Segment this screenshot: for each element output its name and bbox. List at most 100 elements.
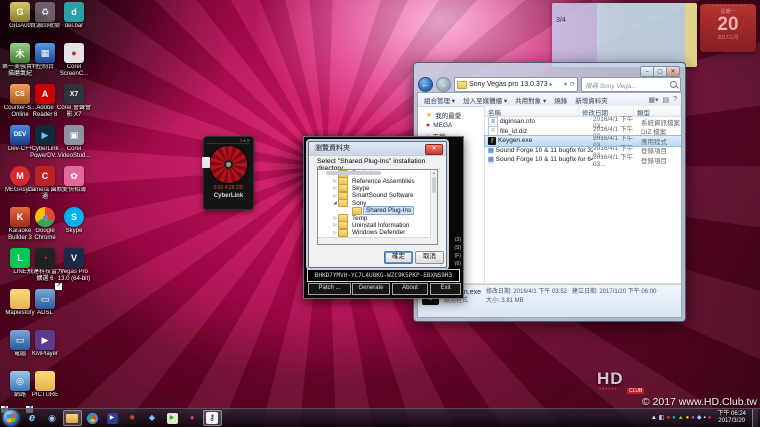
cancel-button[interactable]: 取消 <box>415 251 444 264</box>
dialog-close-button[interactable]: ✕ <box>425 144 443 155</box>
tree-row[interactable]: ▷ Reference Assemblies <box>318 177 437 184</box>
desktop-icon[interactable]: ▭ ↗ ADSL <box>27 289 63 330</box>
breadcrumb-caret-icon[interactable]: ▸ <box>550 81 553 88</box>
taskbar-app-button[interactable]: ◆ <box>143 410 162 426</box>
preview-pane-icon[interactable]: ▤ <box>662 96 669 104</box>
tree-vscroll-thumb[interactable] <box>432 177 436 193</box>
tray-icon[interactable]: ▲ <box>678 414 684 422</box>
keygen-button[interactable]: About <box>392 283 428 295</box>
tree-folder-label[interactable]: Skype <box>350 185 372 192</box>
change-view-icon[interactable]: ▦▾ <box>648 96 658 104</box>
desktop-icon-label: del.bar <box>56 23 92 30</box>
show-desktop-button[interactable] <box>752 409 758 427</box>
keygen-button[interactable]: Patch ... <box>308 283 351 295</box>
toolbar-item[interactable]: 燒錄 <box>554 95 567 105</box>
file-row[interactable]: ▦ Sound Forge 10 & 11 bugfix for 64 bit.… <box>485 155 681 165</box>
cyberlink-player-gadget[interactable]: ≡ ▾ ✕ 0:02 4:28 OD CyberLink <box>203 136 254 210</box>
tree-folder-icon <box>352 207 362 215</box>
keygen-button[interactable]: Generate <box>352 283 390 295</box>
minimize-button[interactable]: – <box>640 66 654 77</box>
help-icon[interactable]: ? <box>673 96 677 104</box>
tree-folder-label[interactable]: Windows Defender <box>350 229 407 236</box>
tree-row[interactable]: ◢ Sony <box>318 200 437 207</box>
toolbar-item[interactable]: 加入至媒體櫃 ▾ <box>463 95 507 105</box>
tree-row[interactable]: Shared Plug-Ins <box>318 207 437 214</box>
calendar-gadget[interactable]: ·········· 星期一 20 2017三月 <box>700 4 756 52</box>
column-header-type[interactable]: 類型 <box>634 106 681 116</box>
player-side-tab[interactable] <box>202 157 210 168</box>
tree-folder-label[interactable]: SmartSound Software <box>350 192 416 199</box>
toolbar-item[interactable]: 組合管理 ▾ <box>424 95 455 105</box>
player-menu-icons[interactable]: ≡ ▾ ✕ <box>207 138 250 144</box>
tree-row[interactable]: ▷ Temp <box>318 214 437 221</box>
toolbar-item[interactable]: 共用對象 ▾ <box>515 95 546 105</box>
sidebar-item[interactable]: ● MEGA <box>418 121 484 130</box>
taskbar-app-button[interactable] <box>63 410 82 426</box>
tray-icon[interactable]: ▪ <box>704 414 706 422</box>
desktop-icon[interactable]: X7 ↗ Corel 會聲會影 X7 <box>56 84 92 125</box>
desktop-icon[interactable]: ✿ ↗ 愛快相簿 <box>56 166 92 207</box>
desktop-icon[interactable]: ▣ ↗ Corel VideoStud... <box>56 125 92 166</box>
taskbar-app-button[interactable] <box>83 410 102 426</box>
file-row[interactable]: ≡ diginsan.nfo 2016/4/1 下午 03... 系統資訊檔案 <box>485 117 681 127</box>
back-button[interactable]: ← <box>418 77 433 92</box>
close-button[interactable]: ✕ <box>666 66 680 77</box>
notes-gadget[interactable]: 3/4 <box>552 3 697 67</box>
tray-icon[interactable]: ◧ <box>659 414 665 422</box>
ok-button[interactable]: 確定 <box>384 251 413 264</box>
sidebar-item[interactable]: ★ 我的最愛 <box>418 109 484 121</box>
tray-icon[interactable]: ● <box>672 414 676 422</box>
taskbar-clock[interactable]: 下午 06:24 2017/3/20 <box>713 411 750 425</box>
scroll-up-icon[interactable]: ▴ <box>433 170 435 175</box>
file-row[interactable]: ▦ Sound Forge 10 & 11 bugfix for 32 bit.… <box>485 146 681 156</box>
taskbar-app-button[interactable]: ▶ <box>103 410 122 426</box>
keygen-button[interactable]: Exit <box>430 283 461 295</box>
taskbar-app-button[interactable]: ▶ <box>163 410 182 426</box>
desktop-icon-image: ▣ <box>64 125 84 145</box>
taskbar-app-button[interactable]: ♦ <box>183 410 202 426</box>
tray-icon[interactable]: ● <box>686 414 690 422</box>
tree-folder-label[interactable]: Uninstall Information <box>350 222 411 229</box>
taskbar-app-button[interactable]: e <box>23 410 42 426</box>
tree-row[interactable]: ▷ SmartSound Software <box>318 192 437 199</box>
file-name: Sound Forge 10 & 11 bugfix for 64 bit... <box>496 156 593 163</box>
breadcrumb-path[interactable]: Sony Vegas pro 13.0.373 <box>469 81 548 88</box>
file-row[interactable]: ≡ file_id.diz 2016/4/1 下午 03... DIZ 檔案 <box>485 127 681 137</box>
desktop-icon[interactable]: ● ↗ Corel ScreenC... <box>56 43 92 84</box>
serial-output[interactable]: BHKD7YMVH-YC7L4U8KG-WZC9K5PKP-EBXNS9H3 <box>307 269 460 282</box>
tray-icon[interactable]: ● <box>708 414 712 422</box>
forward-button[interactable]: → <box>436 77 451 92</box>
file-row[interactable]: ⚷ Keygen.exe 2016/4/1 下午 03... 應用程式 <box>485 136 681 146</box>
tray-icon[interactable]: ● <box>666 414 670 422</box>
tree-folder-label[interactable]: Shared Plug-Ins <box>364 207 413 214</box>
column-header-name[interactable]: 名稱 <box>485 106 579 116</box>
tree-folder-label[interactable]: Sony <box>350 200 368 207</box>
maximize-button[interactable]: ▢ <box>653 66 667 77</box>
desktop-icon[interactable]: ▶ ↗ KMPlayer <box>27 330 63 371</box>
desktop-icon[interactable]: S ↗ Skype <box>56 207 92 248</box>
tree-row[interactable]: ▷ Skype <box>318 185 437 192</box>
taskbar-app-button[interactable]: ◉ <box>43 410 62 426</box>
toolbar-item[interactable]: 新增資料夾 <box>575 95 608 105</box>
address-dropdown-icon[interactable]: ▾ <box>564 81 567 88</box>
tree-row[interactable]: ▷ Windows Defender <box>318 229 437 236</box>
breadcrumb[interactable]: Sony Vegas pro 13.0.373 ▸ ▾ ⟳ <box>454 77 578 92</box>
tree-row[interactable]: ▷ Uninstall Information <box>318 222 437 229</box>
taskbar-app-button[interactable]: ⚷ <box>203 410 222 426</box>
refresh-icon[interactable]: ⟳ <box>570 81 575 88</box>
file-date: 2016/4/1 下午 03... <box>593 151 641 168</box>
tree-hscroll-thumb[interactable] <box>326 171 381 175</box>
tree-folder-label[interactable]: Temp <box>350 215 369 222</box>
logo-halftone-dots: •••••• <box>599 387 618 393</box>
tray-icon[interactable]: ▲ <box>651 414 657 422</box>
tray-icon[interactable]: ◆ <box>697 414 702 422</box>
taskbar-app-button[interactable]: ◉ <box>123 410 142 426</box>
tray-icon[interactable]: ● <box>691 414 695 422</box>
start-button[interactable] <box>3 410 19 426</box>
tree-folder-label[interactable]: Reference Assemblies <box>350 178 417 185</box>
desktop-icon-column-3: d ↗ del.bar ● ↗ Corel ScreenC... X7 ↗ Co… <box>56 2 92 289</box>
desktop-icon[interactable]: d ↗ del.bar <box>56 2 92 43</box>
search-input[interactable]: 搜尋 Sony Vega... <box>581 77 681 92</box>
tree-horizontal-scrollbar[interactable] <box>318 237 431 244</box>
desktop-icon[interactable]: V ↗ Vegas Pro 13.0 (64-bit) <box>56 248 92 289</box>
